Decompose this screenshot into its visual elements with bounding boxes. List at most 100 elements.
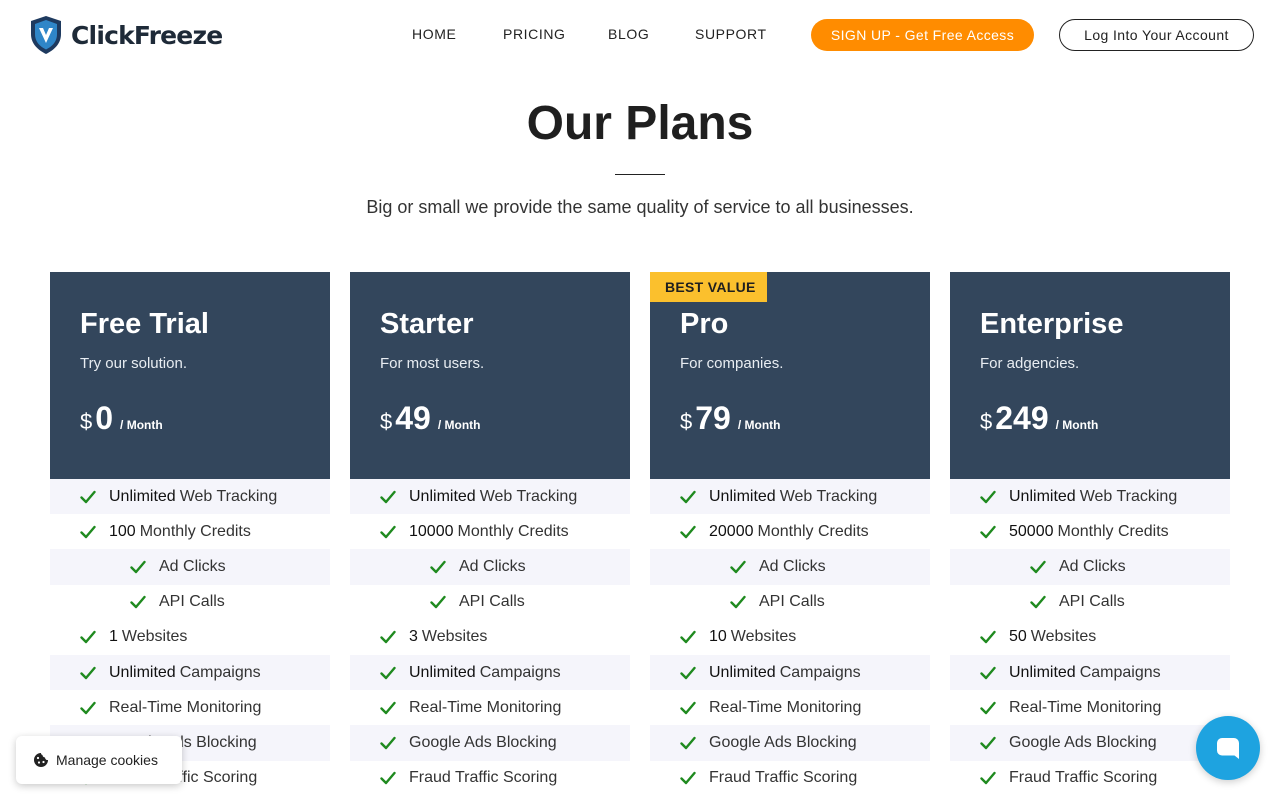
cookie-icon — [34, 753, 48, 767]
price-currency: $ — [80, 409, 93, 434]
feature-label: Monthly Credits — [1057, 522, 1169, 540]
feature-value: Unlimited — [709, 487, 776, 505]
feature-item: 100 Monthly Credits — [50, 514, 330, 549]
shield-logo-icon — [31, 16, 61, 54]
feature-item: Real-Time Monitoring — [650, 690, 930, 725]
nav-support[interactable]: SUPPORT — [695, 26, 767, 42]
check-icon — [80, 666, 96, 679]
signup-button[interactable]: SIGN UP - Get Free Access — [811, 19, 1034, 51]
feature-value: 100 — [109, 522, 136, 540]
check-icon — [430, 595, 446, 609]
feature-list: Unlimited Web Tracking 20000 Monthly Credit… — [650, 479, 930, 796]
price-amount: 0 — [95, 400, 114, 436]
page-subtitle: Big or small we provide the same quality… — [366, 197, 914, 217]
price-amount: 79 — [695, 400, 731, 436]
feature-value: Unlimited — [1009, 487, 1076, 505]
feature-label: Monthly Credits — [757, 522, 869, 540]
feature-item: 10 Websites — [650, 620, 930, 655]
best-value-badge: BEST VALUE — [650, 272, 767, 302]
nav-blog[interactable]: BLOG — [608, 26, 649, 42]
feature-label: Monthly Credits — [139, 522, 251, 540]
feature-label: Websites — [1030, 628, 1097, 646]
feature-label: Web Tracking — [479, 487, 578, 505]
feature-value: Unlimited — [1009, 663, 1076, 681]
feature-label: API Calls — [1059, 593, 1125, 611]
check-icon — [730, 595, 746, 609]
check-icon — [680, 525, 696, 538]
feature-label: Real-Time Monitoring — [109, 698, 262, 716]
feature-label: Ad Clicks — [459, 557, 526, 575]
feature-item: Google Ads Blocking — [350, 725, 630, 761]
feature-item: Ad Clicks — [950, 549, 1230, 585]
chat-launcher-button[interactable] — [1196, 716, 1260, 780]
feature-item: API Calls — [650, 585, 930, 620]
brand-name: ClickFreeze — [71, 20, 223, 50]
feature-label: Campaigns — [179, 663, 261, 681]
feature-label: Websites — [421, 628, 488, 646]
check-icon — [80, 490, 96, 503]
check-icon — [980, 771, 996, 785]
feature-item: 3 Websites — [350, 620, 630, 655]
feature-label: Fraud Traffic Scoring — [409, 769, 558, 787]
price-period: / Month — [437, 418, 481, 432]
feature-item: 1 Websites — [50, 620, 330, 655]
feature-value: 50 — [1009, 628, 1027, 646]
feature-label: Monthly Credits — [457, 522, 569, 540]
feature-label: Ad Clicks — [159, 557, 226, 575]
plan-description: For adgencies. — [980, 355, 1080, 372]
check-icon — [680, 490, 696, 503]
price-amount: 49 — [395, 400, 431, 436]
check-icon — [680, 771, 696, 785]
plan-card: Free Trial Try our solution. $0 / Month Unli… — [50, 272, 330, 796]
page-title: Our Plans — [526, 97, 754, 150]
brand-logo[interactable]: ClickFreeze — [29, 15, 223, 55]
plan-header: BEST VALUE Pro For companies. $79 / Month — [650, 272, 930, 479]
feature-label: Real-Time Monitoring — [1009, 698, 1162, 716]
feature-label: Fraud Traffic Scoring — [1009, 769, 1158, 787]
nav-home[interactable]: HOME — [412, 26, 456, 42]
price-currency: $ — [380, 409, 393, 434]
feature-label: Web Tracking — [1079, 487, 1178, 505]
price-period: / Month — [1055, 418, 1099, 432]
plan-description: For most users. — [380, 355, 485, 372]
feature-label: Campaigns — [779, 663, 861, 681]
check-icon — [80, 631, 96, 644]
feature-item: Unlimited Web Tracking — [650, 479, 930, 515]
feature-item: API Calls — [350, 585, 630, 620]
plan-card: BEST VALUE Pro For companies. $79 / Month Unl… — [650, 272, 930, 796]
feature-value: 50000 — [1009, 522, 1054, 540]
plan-description: Try our solution. — [80, 355, 187, 372]
check-icon — [680, 666, 696, 679]
plan-card: Enterprise For adgencies. $249 / Month Unlim… — [950, 272, 1230, 796]
feature-item: Unlimited Web Tracking — [350, 479, 630, 515]
feature-value: 10 — [709, 628, 727, 646]
check-icon — [380, 631, 396, 644]
check-icon — [380, 490, 396, 503]
feature-label: Ad Clicks — [759, 557, 826, 575]
feature-label: Websites — [121, 628, 188, 646]
nav-pricing[interactable]: PRICING — [503, 26, 566, 42]
feature-label: Real-Time Monitoring — [709, 698, 862, 716]
feature-item: Ad Clicks — [350, 549, 630, 585]
plan-name: Pro — [680, 308, 729, 340]
feature-item: API Calls — [950, 585, 1230, 620]
feature-value: 10000 — [409, 522, 454, 540]
feature-item: Ad Clicks — [650, 549, 930, 585]
plan-card: Starter For most users. $49 / Month Unlimite… — [350, 272, 630, 796]
plan-price: $249 / Month — [980, 400, 1098, 437]
check-icon — [380, 525, 396, 538]
manage-cookies-button[interactable]: Manage cookies — [16, 736, 182, 784]
feature-item: Real-Time Monitoring — [50, 690, 330, 725]
feature-item: Unlimited Campaigns — [950, 654, 1230, 691]
login-button[interactable]: Log Into Your Account — [1059, 19, 1254, 51]
check-icon — [980, 490, 996, 503]
feature-label: Google Ads Blocking — [1009, 733, 1157, 751]
check-icon — [980, 525, 996, 538]
feature-label: API Calls — [759, 593, 825, 611]
check-icon — [1030, 560, 1046, 574]
feature-label: Ad Clicks — [1059, 557, 1126, 575]
chat-bubble-icon — [1217, 738, 1239, 759]
feature-item: Unlimited Web Tracking — [950, 479, 1230, 515]
check-icon — [80, 701, 96, 714]
feature-value: Unlimited — [109, 487, 176, 505]
